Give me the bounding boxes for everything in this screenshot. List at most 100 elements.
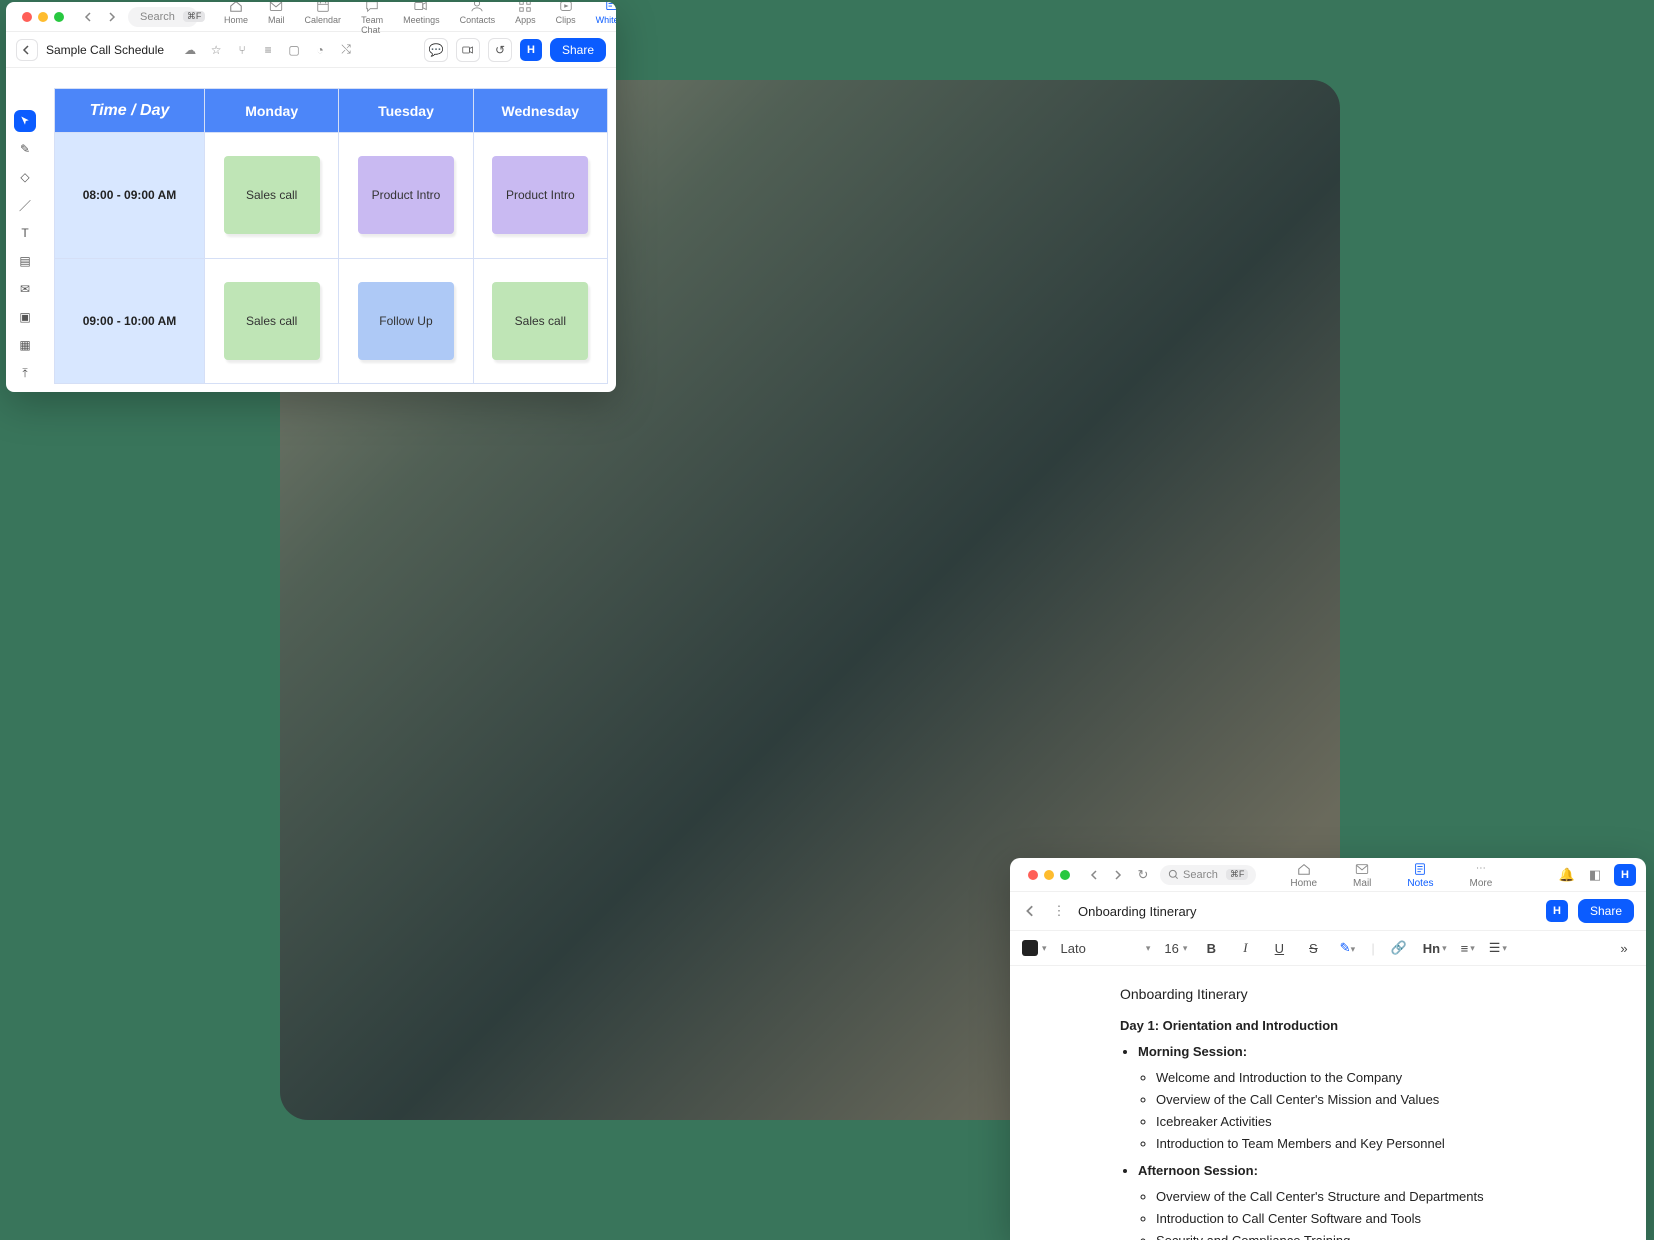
more-options-button[interactable]: ⋮ — [1050, 902, 1068, 920]
frame-tool[interactable]: ▣ — [14, 306, 36, 328]
sticky-note[interactable]: Product Intro — [492, 156, 588, 234]
sticky-note[interactable]: Product Intro — [358, 156, 454, 234]
shape-tool[interactable]: ◇ — [14, 166, 36, 188]
calendar-icon — [315, 2, 331, 14]
toolbar-overflow-button[interactable]: » — [1614, 941, 1634, 956]
schedule-row: 08:00 - 09:00 AM Sales call Product Intr… — [55, 133, 608, 259]
upload-tool[interactable]: ⤒ — [14, 362, 36, 384]
day-heading: Day 1: Orientation and Introduction — [1120, 1018, 1338, 1033]
session-label: Morning Session: — [1138, 1044, 1247, 1059]
schedule-row: 09:00 - 10:00 AM Sales call Follow Up Sa… — [55, 258, 608, 384]
share-button[interactable]: Share — [1578, 899, 1634, 923]
font-family-select[interactable]: Lato ▾ — [1061, 941, 1151, 956]
history-button[interactable]: ↺ — [488, 38, 512, 62]
bold-button[interactable]: B — [1201, 941, 1221, 956]
notes-editor[interactable]: Onboarding Itinerary Day 1: Orientation … — [1010, 966, 1646, 1240]
notes-subbar: ⋮ Onboarding Itinerary H Share — [1010, 892, 1646, 930]
record-button[interactable] — [456, 38, 480, 62]
nav-clips[interactable]: Clips — [556, 2, 576, 35]
nav-forward-button[interactable] — [1108, 866, 1126, 884]
nav-team-chat[interactable]: Team Chat — [361, 2, 383, 35]
user-avatar[interactable]: H — [1614, 864, 1636, 886]
minimize-window-button[interactable] — [38, 12, 48, 22]
star-icon[interactable]: ☆ — [208, 42, 224, 58]
sticky-note[interactable]: Sales call — [224, 156, 320, 234]
close-window-button[interactable] — [1028, 870, 1038, 880]
user-avatar[interactable]: H — [520, 39, 542, 61]
list-item: Welcome and Introduction to the Company — [1156, 1068, 1536, 1088]
tool-rail: ✎ ◇ ／ T ▤ ✉ ▣ ▦ ⤒ ⋯ — [14, 110, 36, 392]
link-button[interactable]: 🔗 — [1389, 940, 1409, 956]
pen-tool[interactable]: ✎ — [14, 138, 36, 160]
nav-back-button[interactable] — [1086, 866, 1104, 884]
back-button[interactable] — [16, 39, 38, 61]
nav-whiteboard[interactable]: White… — [596, 2, 616, 35]
highlight-button[interactable]: ✎▾ — [1337, 940, 1357, 956]
branch-icon[interactable]: ⑂ — [234, 42, 250, 58]
search-placeholder: Search — [1183, 869, 1218, 881]
nav-calendar[interactable]: Calendar — [305, 2, 342, 35]
doc-quick-actions: ☁︎ ☆ ⑂ ≡ ▢ ◔ ⤭ — [182, 42, 354, 58]
font-size-select[interactable]: 16 ▾ — [1164, 941, 1187, 956]
clips-icon — [558, 2, 574, 14]
comment-button[interactable]: 💬 — [424, 38, 448, 62]
nav-home[interactable]: Home — [1290, 861, 1317, 889]
nav-mail[interactable]: Mail — [1353, 861, 1371, 889]
heading-select[interactable]: Hn▾ — [1423, 941, 1447, 956]
sticky-tool[interactable]: ▤ — [14, 250, 36, 272]
panel-icon[interactable]: ◧ — [1586, 866, 1604, 884]
back-button[interactable] — [1022, 902, 1040, 920]
nav-contacts[interactable]: Contacts — [460, 2, 496, 35]
italic-button[interactable]: I — [1235, 940, 1255, 956]
list-icon[interactable]: ≡ — [260, 42, 276, 58]
line-tool[interactable]: ／ — [14, 194, 36, 216]
strikethrough-button[interactable]: S — [1303, 941, 1323, 956]
search-input[interactable]: Search ⌘F — [1160, 865, 1256, 885]
search-input[interactable]: Search ⌘F — [128, 7, 198, 27]
align-select[interactable]: ≡▾ — [1461, 941, 1475, 956]
nav-forward-button[interactable] — [102, 8, 120, 26]
doc-heading: Onboarding Itinerary — [1120, 984, 1536, 1006]
nav-more[interactable]: ⋯ More — [1470, 861, 1493, 889]
nav-apps[interactable]: Apps — [515, 2, 536, 35]
select-tool[interactable] — [14, 110, 36, 132]
shuffle-icon[interactable]: ⤭ — [338, 42, 354, 58]
mail-icon — [268, 2, 284, 14]
time-cell: 08:00 - 09:00 AM — [55, 133, 205, 259]
timer-icon[interactable]: ◔ — [312, 42, 328, 58]
underline-button[interactable]: U — [1269, 941, 1289, 956]
sticky-note[interactable]: Follow Up — [358, 282, 454, 360]
refresh-button[interactable]: ↻ — [1134, 866, 1152, 884]
close-window-button[interactable] — [22, 12, 32, 22]
share-button[interactable]: Share — [550, 38, 606, 62]
nav-notes[interactable]: Notes — [1407, 861, 1433, 889]
notes-window: ↻ Search ⌘F Home Mail Notes ⋯ More — [1010, 858, 1646, 1240]
text-tool[interactable]: T — [14, 222, 36, 244]
maximize-window-button[interactable] — [54, 12, 64, 22]
user-avatar[interactable]: H — [1546, 900, 1568, 922]
text-color-picker[interactable]: ▾ — [1022, 940, 1047, 956]
sticky-note[interactable]: Sales call — [492, 282, 588, 360]
presentation-icon[interactable]: ▢ — [286, 42, 302, 58]
more-tools[interactable]: ⋯ — [14, 390, 36, 392]
document-title: Onboarding Itinerary — [1078, 904, 1197, 919]
home-icon — [228, 2, 244, 14]
nav-mail[interactable]: Mail — [268, 2, 285, 35]
whiteboard-canvas[interactable]: Time / Day Monday Tuesday Wednesday 08:0… — [54, 88, 608, 384]
time-cell: 09:00 - 10:00 AM — [55, 258, 205, 384]
nav-meetings[interactable]: Meetings — [403, 2, 440, 35]
session-label: Afternoon Session: — [1138, 1163, 1258, 1178]
window-controls — [14, 6, 72, 28]
comment-tool[interactable]: ✉ — [14, 278, 36, 300]
bell-icon[interactable]: 🔔 — [1558, 866, 1576, 884]
table-tool[interactable]: ▦ — [14, 334, 36, 356]
list-select[interactable]: ☰▾ — [1489, 940, 1507, 956]
maximize-window-button[interactable] — [1060, 870, 1070, 880]
minimize-window-button[interactable] — [1044, 870, 1054, 880]
sticky-note[interactable]: Sales call — [224, 282, 320, 360]
nav-home[interactable]: Home — [224, 2, 248, 35]
cloud-sync-icon[interactable]: ☁︎ — [182, 42, 198, 58]
history-nav — [80, 8, 120, 26]
nav-back-button[interactable] — [80, 8, 98, 26]
search-placeholder: Search — [140, 11, 175, 23]
